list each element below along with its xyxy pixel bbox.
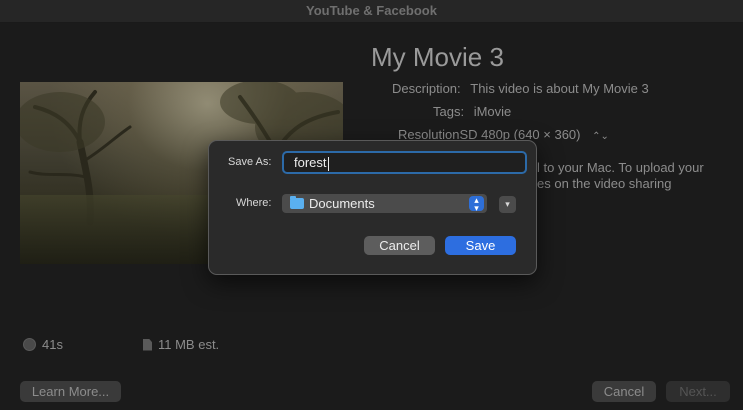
file-size-value: 11 MB est.	[158, 337, 220, 352]
movie-title: My Movie 3	[371, 42, 504, 72]
window-title: YouTube & Facebook	[306, 3, 437, 18]
dialog-save-button[interactable]: Save	[445, 236, 516, 255]
upload-info-line-1: l to your Mac. To upload your	[537, 160, 704, 175]
document-icon	[143, 338, 152, 351]
upload-info-text: l to your Mac. To upload your es on the …	[537, 160, 737, 192]
expand-dialog-button[interactable]: ▾	[499, 196, 516, 213]
file-size-stat: 11 MB est.	[143, 337, 219, 352]
clock-icon	[23, 338, 36, 351]
updown-chevron-icon: ▴ ▾	[469, 196, 484, 213]
description-label: Description:	[392, 81, 461, 96]
folder-icon	[290, 196, 304, 209]
footer-cancel-button[interactable]: Cancel	[592, 381, 656, 402]
tags-row: Tags: iMovie	[433, 104, 511, 119]
save-as-value: forest	[294, 155, 327, 170]
resolution-stepper-icon[interactable]: ⌃⌄	[592, 131, 609, 142]
where-value: Documents	[309, 196, 375, 211]
upload-info-line-2: es on the video sharing	[537, 176, 672, 191]
dialog-cancel-button[interactable]: Cancel	[364, 236, 435, 255]
save-as-label: Save As:	[228, 156, 272, 168]
description-field[interactable]: This video is about My Movie 3	[470, 81, 648, 96]
learn-more-button[interactable]: Learn More...	[20, 381, 121, 402]
tags-label: Tags:	[433, 104, 465, 119]
tags-field[interactable]: iMovie	[474, 104, 512, 119]
duration-stat: 41s	[23, 337, 63, 352]
save-dialog: Save As: forest Where: Documents ▴ ▾ ▾ Ca…	[208, 140, 537, 275]
where-label: Where:	[236, 197, 272, 209]
window-titlebar: YouTube & Facebook	[0, 0, 743, 23]
where-select[interactable]: Documents ▴ ▾	[282, 194, 487, 213]
duration-value: 41s	[42, 337, 63, 352]
text-caret	[327, 156, 329, 171]
save-as-input[interactable]: forest	[282, 151, 527, 174]
next-button[interactable]: Next...	[666, 381, 730, 402]
description-row: Description: This video is about My Movi…	[392, 81, 649, 96]
